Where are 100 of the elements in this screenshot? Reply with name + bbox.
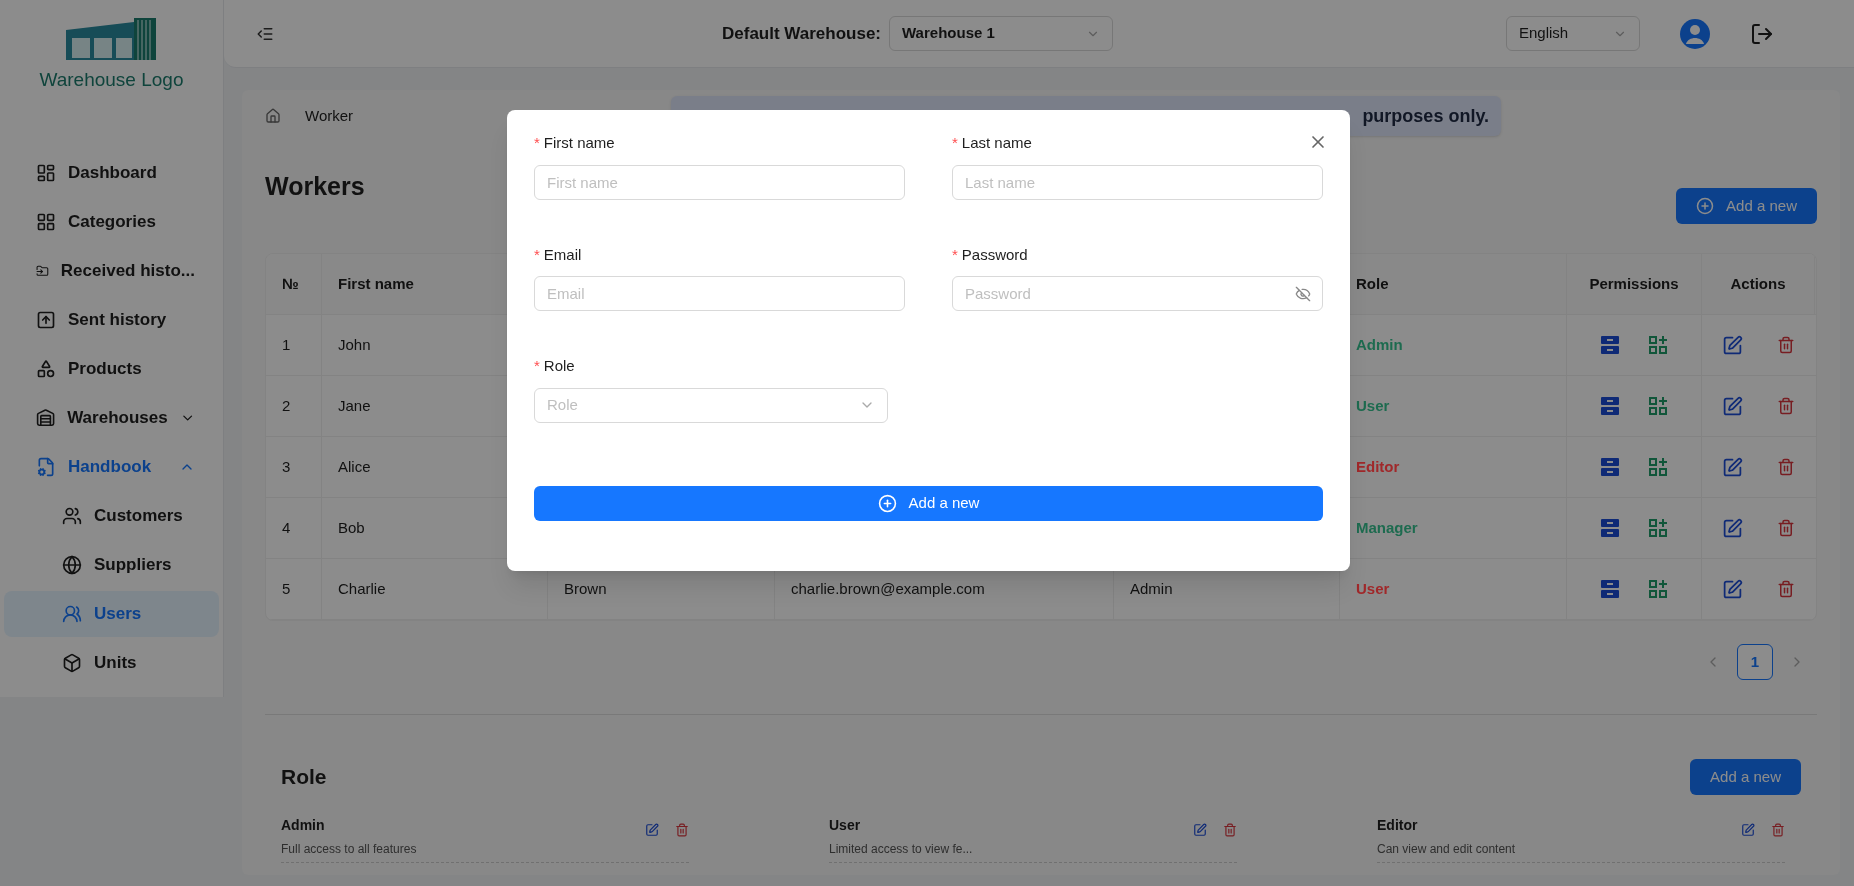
drawers-icon[interactable]: [1600, 396, 1620, 416]
required-mark: *: [952, 244, 958, 265]
eye-off-icon[interactable]: [1295, 286, 1311, 302]
delete-icon[interactable]: [675, 823, 689, 837]
edit-icon[interactable]: [1193, 823, 1207, 837]
role-description: Can view and edit content: [1377, 841, 1516, 858]
role-description: Limited access to view fe...: [829, 841, 973, 858]
role-description: Full access to all features: [281, 841, 417, 858]
delete-icon[interactable]: [1777, 458, 1795, 476]
table-cell-text: Alice: [338, 456, 371, 477]
globe-icon: [62, 554, 82, 575]
edit-icon[interactable]: [1722, 578, 1743, 600]
warehouse-icon: [36, 407, 56, 428]
delete-icon[interactable]: [1777, 397, 1795, 415]
column-header: №: [282, 273, 299, 294]
password-field[interactable]: Password: [952, 276, 1323, 311]
table-cell-text: Brown: [564, 578, 607, 599]
drawers-icon[interactable]: [1600, 518, 1620, 538]
edit-icon[interactable]: [1722, 517, 1743, 539]
people-icon: [62, 603, 82, 624]
role-text: User: [1356, 395, 1390, 416]
field-label: First name: [543, 133, 615, 153]
text-field[interactable]: Last name: [952, 164, 1323, 200]
delete-icon[interactable]: [1223, 823, 1237, 837]
role-name: Admin: [281, 816, 326, 835]
submit-button[interactable]: Add a new: [534, 485, 1323, 521]
sidebar-item[interactable]: Categories: [4, 198, 219, 245]
field-label: Last name: [961, 133, 1032, 153]
table-cell-text: 5: [282, 578, 291, 599]
field-label: Email: [543, 244, 582, 265]
column-header: Permissions: [1589, 273, 1679, 294]
column-header: First name: [338, 273, 414, 294]
drawers-icon[interactable]: [1600, 335, 1620, 355]
language-select[interactable]: English: [1506, 16, 1640, 51]
section-title: Role: [281, 764, 327, 791]
text-field[interactable]: Email: [534, 276, 905, 311]
people-icon: [62, 505, 82, 526]
edit-icon[interactable]: [1722, 395, 1743, 417]
table-cell-text: John: [338, 334, 371, 355]
sidebar-item[interactable]: Customers: [4, 492, 219, 539]
table-cell-text: 2: [282, 395, 291, 416]
grid-plus-icon[interactable]: [1648, 335, 1668, 355]
home-icon[interactable]: [265, 108, 281, 124]
page-button[interactable]: 1: [1737, 644, 1773, 680]
file-gear-icon: [36, 456, 56, 477]
shapes-icon: [36, 358, 56, 379]
edit-icon[interactable]: [1722, 456, 1743, 478]
sidebar-item[interactable]: Sent history: [4, 296, 219, 343]
column-header: Role: [1356, 273, 1389, 294]
role-name: User: [829, 816, 862, 835]
required-mark: *: [952, 133, 958, 153]
table-cell-text: 4: [282, 517, 291, 538]
role-text: Admin: [1356, 334, 1403, 355]
table-cell-text: Jane: [338, 395, 371, 416]
sidebar-item[interactable]: Handbook: [4, 443, 219, 490]
sidebar-item[interactable]: Suppliers: [4, 541, 219, 588]
upload-icon: [36, 309, 56, 330]
role-text: Manager: [1356, 517, 1418, 538]
delete-icon[interactable]: [1777, 519, 1795, 537]
role-text: User: [1356, 578, 1390, 599]
edit-icon[interactable]: [1741, 823, 1755, 837]
add-role-button[interactable]: Add a new: [1690, 759, 1801, 795]
sidebar-item[interactable]: Warehouses: [4, 394, 219, 441]
column-header: Actions: [1730, 273, 1786, 294]
logout-icon[interactable]: [1750, 21, 1774, 46]
warehouse-select[interactable]: Warehouse 1: [889, 16, 1113, 51]
sidebar-item[interactable]: Dashboard: [4, 149, 219, 196]
required-mark: *: [534, 133, 540, 153]
grid-plus-icon[interactable]: [1648, 518, 1668, 538]
role-text: Editor: [1356, 456, 1400, 477]
drawers-icon[interactable]: [1600, 579, 1620, 599]
field-label: Password: [961, 244, 1028, 265]
add-button[interactable]: Add a new: [1676, 188, 1817, 224]
breadcrumb-link[interactable]: Worker: [305, 104, 354, 128]
grid-plus-icon[interactable]: [1648, 579, 1668, 599]
sidebar-item[interactable]: Products: [4, 345, 219, 392]
plus-circle-icon: [877, 493, 897, 513]
delete-icon[interactable]: [1777, 580, 1795, 598]
field-label: Role: [543, 356, 575, 376]
sidebar-item[interactable]: Units: [4, 639, 219, 686]
sidebar-item[interactable]: Received histo...: [4, 247, 219, 294]
avatar-icon[interactable]: [1680, 18, 1710, 49]
text-field[interactable]: First name: [534, 164, 905, 200]
required-mark: *: [534, 244, 540, 265]
table-cell-text: 1: [282, 334, 291, 355]
edit-icon[interactable]: [1722, 334, 1743, 356]
required-mark: *: [534, 356, 540, 376]
table-cell-text: Charlie: [338, 578, 386, 599]
page-title: Workers: [265, 171, 365, 202]
table-cell-text: Bob: [338, 517, 365, 538]
delete-icon[interactable]: [1777, 336, 1795, 354]
logo-text: Warehouse Logo: [39, 68, 184, 92]
table-cell-text: 3: [282, 456, 291, 477]
drawers-icon[interactable]: [1600, 457, 1620, 477]
edit-icon[interactable]: [645, 823, 659, 837]
role-name: Editor: [1377, 816, 1419, 835]
grid-plus-icon[interactable]: [1648, 396, 1668, 416]
grid-plus-icon[interactable]: [1648, 457, 1668, 477]
delete-icon[interactable]: [1771, 823, 1785, 837]
table-cell-text: charlie.brown@example.com: [791, 578, 985, 599]
